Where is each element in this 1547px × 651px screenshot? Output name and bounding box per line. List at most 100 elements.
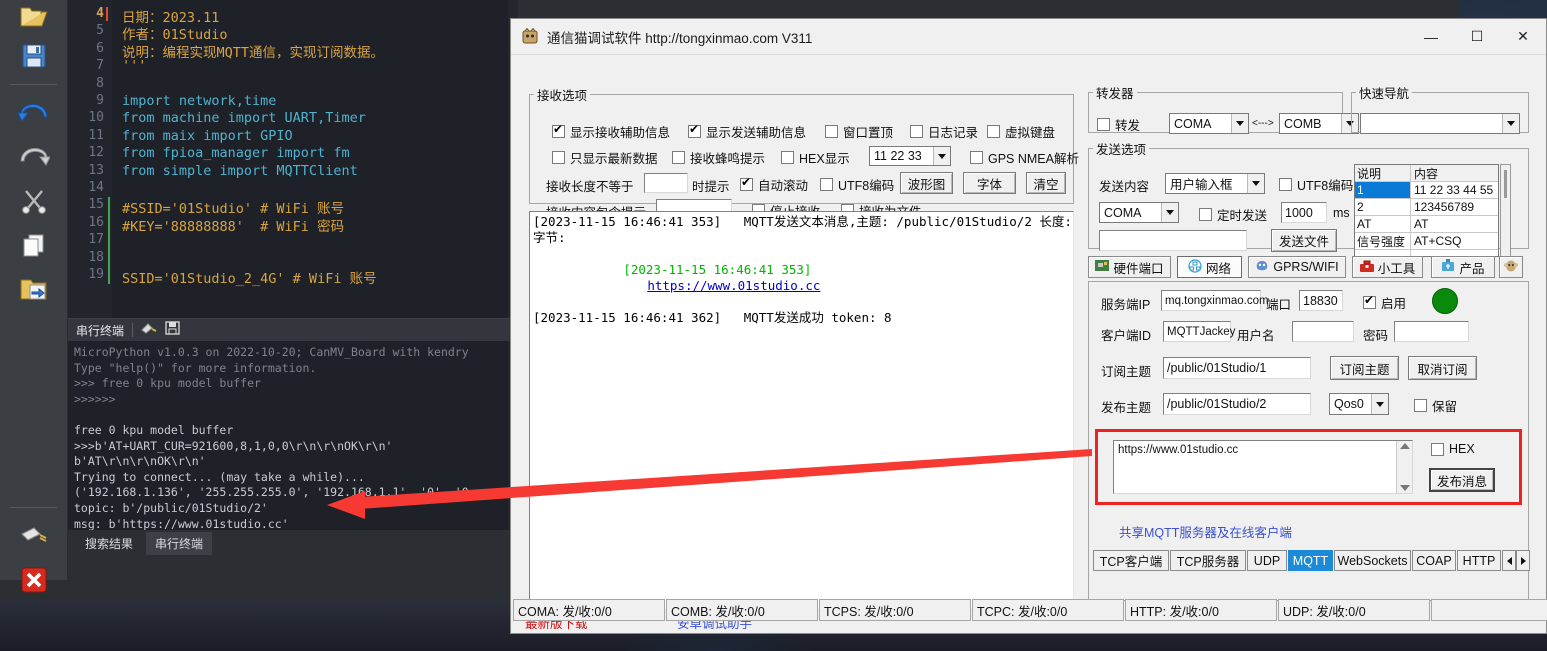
unsubscribe-button[interactable]: 取消订阅 xyxy=(1408,356,1477,380)
checkbox-show-send-aux[interactable]: 显示发送辅助信息 xyxy=(688,122,806,141)
checkbox-box[interactable] xyxy=(552,122,565,138)
send-file-path-input[interactable] xyxy=(1099,230,1247,251)
protocol-tab-tcp-client[interactable]: TCP客户端 xyxy=(1093,550,1169,571)
code-line[interactable]: from simple import MQTTClient xyxy=(122,163,358,179)
stop-icon[interactable] xyxy=(0,558,68,602)
log-link[interactable]: https://www.01studio.cc xyxy=(647,278,820,293)
redo-icon[interactable] xyxy=(0,135,68,179)
checkbox-retain[interactable]: 保留 xyxy=(1414,396,1457,415)
publish-topic-input[interactable]: /public/01Studio/2 xyxy=(1163,393,1311,415)
checkbox-box[interactable] xyxy=(1431,442,1444,456)
tab-tools[interactable]: 小工具 xyxy=(1352,256,1423,278)
send-port-combo[interactable]: COMA xyxy=(1099,202,1179,223)
scroll-up-icon[interactable] xyxy=(1399,443,1410,449)
scroll-down-icon[interactable] xyxy=(1399,485,1410,491)
checkbox-timed-send[interactable]: 定时发送 xyxy=(1199,205,1267,224)
client-id-input[interactable]: MQTTJackey xyxy=(1163,321,1235,342)
qos-combo[interactable]: Qos0 xyxy=(1329,393,1389,415)
checkbox-box[interactable] xyxy=(1199,208,1212,221)
window-titlebar[interactable]: 通信猫调试软件 http://tongxinmao.com V311 — ☐ ✕ xyxy=(511,19,1546,55)
protocol-tab-tcp-server[interactable]: TCP服务器 xyxy=(1170,550,1246,571)
cut-icon[interactable] xyxy=(0,179,68,223)
chevron-down-icon[interactable] xyxy=(1161,203,1178,222)
protocol-tab-mqtt[interactable]: MQTT xyxy=(1288,550,1333,571)
protocol-tab-http[interactable]: HTTP xyxy=(1457,550,1501,571)
protocol-tab-scroll-left[interactable] xyxy=(1502,550,1516,571)
maximize-icon[interactable]: ☐ xyxy=(1454,19,1500,55)
checkbox-box[interactable] xyxy=(672,151,685,164)
password-input[interactable] xyxy=(1394,321,1469,342)
checkbox-window-top[interactable]: 窗口置顶 xyxy=(825,122,893,141)
code-line[interactable]: 说明：编程实现MQTT通信，实现订阅数据。 xyxy=(122,41,384,61)
send-interval-input[interactable]: 1000 xyxy=(1281,202,1327,223)
checkbox-utf8-send[interactable]: UTF8编码 xyxy=(1279,175,1353,194)
port-input[interactable]: 18830 xyxy=(1299,290,1343,311)
checkbox-hex-display[interactable]: HEX显示 xyxy=(781,148,850,167)
send-content-combo[interactable]: 用户输入框 xyxy=(1165,173,1265,194)
minimize-icon[interactable]: — xyxy=(1408,19,1454,55)
chevron-down-icon[interactable] xyxy=(933,147,950,165)
tab-products[interactable]: 产品 xyxy=(1431,256,1495,278)
table-row[interactable]: 2 123456789 xyxy=(1355,199,1498,216)
server-ip-input[interactable]: mq.tongxinmao.com xyxy=(1161,290,1269,311)
recv-length-input[interactable] xyxy=(644,173,688,193)
checkbox-box[interactable] xyxy=(740,175,753,191)
quick-send-table-scrollbar[interactable] xyxy=(1500,164,1511,257)
code-line[interactable]: ''' xyxy=(122,58,146,74)
checkbox-utf8-recv[interactable]: UTF8编码 xyxy=(820,175,894,194)
checkbox-box[interactable] xyxy=(1363,293,1376,309)
checkbox-box[interactable] xyxy=(820,178,833,191)
checkbox-forward[interactable]: 转发 xyxy=(1097,115,1140,134)
checkbox-box[interactable] xyxy=(987,125,1000,138)
copy-icon[interactable] xyxy=(0,223,68,267)
receive-log[interactable]: [2023-11-15 16:46:41 353] MQTT发送文本消息,主题:… xyxy=(529,211,1074,610)
subscribe-topic-input[interactable]: /public/01Studio/1 xyxy=(1163,357,1311,379)
checkbox-box[interactable] xyxy=(910,125,923,138)
protocol-tab-scroll-right[interactable] xyxy=(1516,550,1530,571)
tab-network[interactable]: 网络 xyxy=(1177,256,1242,278)
paste-icon[interactable] xyxy=(0,267,68,311)
chevron-down-icon[interactable] xyxy=(1502,114,1519,133)
protocol-tab-coap[interactable]: COAP xyxy=(1412,550,1456,571)
terminal-save-icon[interactable] xyxy=(165,320,180,340)
table-row[interactable]: 1 11 22 33 44 55 xyxy=(1355,182,1498,199)
code-line[interactable]: from maix import GPIO xyxy=(122,128,293,144)
chevron-down-icon[interactable] xyxy=(1231,114,1248,133)
checkbox-gps-nmea[interactable]: GPS NMEA解析 xyxy=(970,148,1079,167)
tab-hardware-port[interactable]: 硬件端口 xyxy=(1088,256,1171,278)
save-icon[interactable] xyxy=(0,34,68,78)
code-line[interactable]: from machine import UART,Timer xyxy=(122,110,366,126)
share-mqtt-link[interactable]: 共享MQTT服务器及在线客户端 xyxy=(1119,522,1292,541)
protocol-tab-websockets[interactable]: WebSockets xyxy=(1334,550,1411,571)
hex-format-combo[interactable]: 11 22 33 xyxy=(869,146,951,166)
send-file-button[interactable]: 发送文件 xyxy=(1271,229,1337,252)
publish-message-button[interactable]: 发布消息 xyxy=(1429,468,1495,492)
connect-icon[interactable] xyxy=(0,514,68,558)
waveform-button[interactable]: 波形图 xyxy=(900,172,953,194)
publish-message-textarea[interactable]: https://www.01studio.cc xyxy=(1113,440,1413,494)
protocol-tab-udp[interactable]: UDP xyxy=(1247,550,1287,571)
tab-search-results[interactable]: 搜索结果 xyxy=(76,532,142,555)
subscribe-button[interactable]: 订阅主题 xyxy=(1330,356,1399,380)
table-row[interactable]: 信号强度 AT+CSQ xyxy=(1355,233,1498,250)
forward-port-a-combo[interactable]: COMA xyxy=(1169,113,1249,134)
checkbox-hex-publish[interactable]: HEX xyxy=(1431,442,1475,456)
checkbox-virtual-keyboard[interactable]: 虚拟键盘 xyxy=(987,122,1055,141)
tab-serial-terminal[interactable]: 串行终端 xyxy=(146,531,213,555)
username-input[interactable] xyxy=(1292,321,1354,342)
checkbox-log-record[interactable]: 日志记录 xyxy=(910,122,978,141)
code-line[interactable]: from fpioa_manager import fm xyxy=(122,145,350,161)
code-line[interactable]: import network,time xyxy=(122,93,276,109)
table-row[interactable]: AT AT xyxy=(1355,216,1498,233)
checkbox-box[interactable] xyxy=(1414,399,1427,412)
publish-message-scrollbar[interactable] xyxy=(1396,441,1412,493)
chevron-down-icon[interactable] xyxy=(1371,394,1388,414)
code-editor[interactable]: 4 5 6 7 8 9 10 11 12 13 14 15 16 17 18 19 日期：2023.11 作者：… xyxy=(68,0,518,318)
checkbox-only-latest[interactable]: 只显示最新数据 xyxy=(552,148,658,167)
code-line[interactable]: SSID='01Studio_2_4G' # WiFi 账号 xyxy=(122,267,377,287)
checkbox-box[interactable] xyxy=(688,122,701,138)
checkbox-box[interactable] xyxy=(970,151,983,164)
clear-button[interactable]: 清空 xyxy=(1026,172,1066,194)
forward-port-b-combo[interactable]: COMB xyxy=(1279,113,1359,134)
quick-send-table[interactable]: 说明 内容 1 11 22 33 44 55 2 123456789 AT AT 信号强度 AT+… xyxy=(1354,164,1499,257)
